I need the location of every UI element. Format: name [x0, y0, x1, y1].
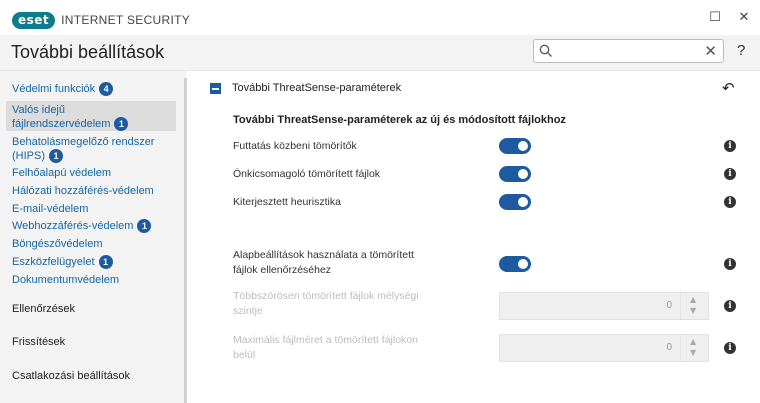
sidebar-item-scans[interactable]: Ellenőrzések: [12, 303, 75, 316]
sidebar-item-label: Védelmi funkciók: [12, 82, 96, 95]
setting-label: Önkicsomagoló tömörített fájlok: [233, 168, 381, 180]
archive-nesting-level-stepper[interactable]: 0 ▲ ▼: [499, 292, 709, 320]
undo-icon[interactable]: ↶: [722, 79, 735, 97]
setting-label: Kiterjesztett heurisztika: [233, 196, 341, 208]
sidebar-item-device-control[interactable]: Eszközfelügyelet 1: [12, 255, 113, 269]
search-input[interactable]: ✕: [533, 39, 724, 63]
setting-label-line: szintje: [233, 305, 263, 317]
setting-label-line: fájlok ellenőrzéséhez: [233, 264, 332, 276]
default-archive-settings-toggle[interactable]: [499, 256, 531, 272]
sidebar-item-browser-protection[interactable]: Böngészővédelem: [12, 238, 103, 251]
sidebar-item-label: Behatolásmegelőző rendszer: [12, 136, 155, 148]
sidebar-item-connectivity[interactable]: Csatlakozási beállítások: [12, 370, 130, 383]
section-title: További ThreatSense-paraméterek: [232, 82, 402, 94]
sidebar-item-web-access[interactable]: Webhozzáférés-védelem 1: [12, 219, 152, 233]
count-badge: 1: [49, 149, 63, 163]
setting-label: Alapbeállítások használata a tömörített …: [233, 248, 414, 278]
clear-search-icon[interactable]: ✕: [704, 42, 717, 60]
count-badge: 4: [99, 82, 114, 96]
sidebar-item-label-cont: (HIPS): [12, 149, 45, 162]
count-badge: 1: [114, 117, 129, 131]
setting-label-line: Maximális fájlméret a tömörített fájloko…: [233, 334, 418, 346]
setting-label-line: Alapbeállítások használata a tömörített: [233, 249, 414, 261]
info-icon[interactable]: i: [724, 258, 736, 270]
help-icon[interactable]: ?: [737, 42, 745, 59]
runtime-packers-toggle[interactable]: [499, 138, 531, 154]
sidebar-item-email-protection[interactable]: E-mail-védelem: [12, 203, 88, 216]
info-icon[interactable]: i: [724, 140, 736, 152]
increment-icon[interactable]: ▲: [690, 337, 696, 346]
sidebar-item-label-cont: fájlrendszervédelem: [12, 117, 111, 130]
sidebar-item-label: Valós idejű: [12, 104, 65, 116]
eset-logo: eset: [12, 11, 56, 29]
header: További beállítások ✕ ?: [0, 35, 760, 71]
setting-label-line: Többszörösen tömörített fájlok mélységi: [233, 290, 419, 302]
count-badge: 1: [137, 219, 152, 233]
page-title: További beállítások: [11, 42, 165, 62]
subheading: További ThreatSense-paraméterek az új és…: [233, 114, 566, 126]
close-icon[interactable]: ✕: [734, 9, 754, 27]
info-icon[interactable]: i: [724, 168, 736, 180]
decrement-icon[interactable]: ▼: [690, 348, 696, 357]
product-name: INTERNET SECURITY: [61, 13, 191, 27]
increment-icon[interactable]: ▲: [690, 295, 696, 304]
info-icon[interactable]: i: [724, 196, 736, 208]
max-archive-file-size-stepper[interactable]: 0 ▲ ▼: [499, 334, 709, 362]
count-badge: 1: [98, 255, 113, 269]
setting-label: Futtatás közbeni tömörítők: [233, 140, 357, 152]
sidebar-item-label: Webhozzáférés-védelem: [12, 219, 134, 232]
logo-text: eset: [18, 13, 50, 27]
info-icon[interactable]: i: [724, 342, 736, 354]
collapse-toggle-icon[interactable]: [210, 83, 221, 94]
sidebar-scrollbar[interactable]: [184, 78, 187, 403]
sidebar-item-protection-features[interactable]: Védelmi funkciók 4: [12, 82, 114, 96]
sidebar-item-network-access[interactable]: Hálózati hozzáférés-védelem: [12, 185, 154, 198]
decrement-icon[interactable]: ▼: [690, 306, 696, 315]
stepper-value: 0: [666, 300, 672, 311]
maximize-icon[interactable]: ☐: [705, 9, 725, 27]
sidebar-item-realtime-protection[interactable]: Valós idejű fájlrendszervédelem 1: [6, 101, 176, 131]
sidebar-item-document-protection[interactable]: Dokumentumvédelem: [12, 274, 119, 287]
setting-label: Többszörösen tömörített fájlok mélységi …: [233, 289, 419, 319]
advanced-heuristics-toggle[interactable]: [499, 194, 531, 210]
sidebar-item-cloud-protection[interactable]: Felhőalapú védelem: [12, 167, 111, 180]
sidebar-item-label: Eszközfelügyelet: [12, 255, 95, 268]
setting-label: Maximális fájlméret a tömörített fájloko…: [233, 333, 418, 363]
info-icon[interactable]: i: [724, 300, 736, 312]
sidebar-item-updates[interactable]: Frissítések: [12, 336, 65, 349]
stepper-arrows: ▲ ▼: [680, 335, 708, 361]
self-extracting-toggle[interactable]: [499, 166, 531, 182]
title-bar: eset INTERNET SECURITY: [0, 5, 760, 35]
stepper-arrows: ▲ ▼: [680, 293, 708, 319]
settings-panel: További ThreatSense-paraméterek ↶ Tovább…: [197, 78, 752, 403]
sidebar-item-hips[interactable]: Behatolásmegelőző rendszer (HIPS) 1: [12, 136, 154, 163]
stepper-value: 0: [666, 342, 672, 353]
setting-label-line: belül: [233, 349, 256, 361]
search-icon: [539, 44, 552, 57]
